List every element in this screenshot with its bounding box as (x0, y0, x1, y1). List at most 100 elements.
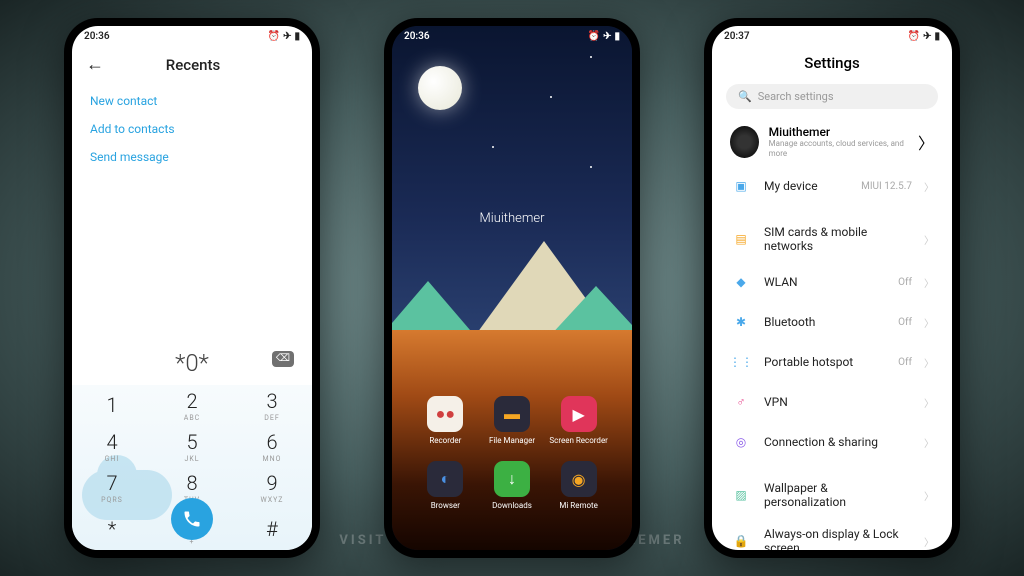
settings-row-wlan[interactable]: ◆ WLAN Off 〉 (726, 262, 938, 302)
app-screen-recorder[interactable]: ▶Screen Recorder (545, 396, 612, 445)
back-icon[interactable]: ← (86, 54, 104, 75)
key-num: 7 (106, 471, 117, 495)
dial-value: *0* (175, 349, 209, 377)
keypad-key-*[interactable]: * (72, 509, 152, 550)
settings-label: Always-on display & Lock screen (764, 527, 912, 550)
app-icon-graphic: ◉ (561, 461, 597, 497)
call-button[interactable] (171, 498, 213, 540)
alarm-icon: ⏰ (588, 31, 600, 42)
dialer-header: ← Recents (72, 46, 312, 83)
key-sub: PQRS (101, 496, 123, 504)
settings-label: Portable hotspot (764, 355, 886, 369)
settings-icon: ◆ (730, 271, 752, 293)
keypad-key-5[interactable]: 5JKL (152, 426, 232, 467)
key-num: 2 (186, 389, 197, 413)
settings-row-sim-cards-mobile-networks[interactable]: ▤SIM cards & mobile networks〉 (726, 216, 938, 262)
settings-icon: ▣ (730, 175, 752, 197)
settings-row-my-device[interactable]: ▣My deviceMIUI 12.5.7〉 (726, 166, 938, 206)
key-sub: JKL (184, 455, 199, 463)
keypad-key-7[interactable]: 7PQRS (72, 467, 152, 508)
app-mi-remote[interactable]: ◉Mi Remote (545, 461, 612, 510)
phone-frame-home: 20:36 ⏰ ✈ ▮ Miuithemer ●●Recorder▬File M… (384, 18, 640, 558)
app-label: File Manager (489, 436, 535, 445)
app-recorder[interactable]: ●●Recorder (412, 396, 479, 445)
settings-value: Off (898, 357, 912, 368)
settings-row-wallpaper-personalization[interactable]: ▨Wallpaper & personalization〉 (726, 472, 938, 518)
chevron-right-icon: 〉 (924, 435, 934, 450)
settings-icon: ✱ (730, 311, 752, 333)
delete-icon[interactable]: ⌫ (272, 351, 294, 367)
alarm-icon: ⏰ (908, 31, 920, 42)
settings-row-always-on-display-lock-screen[interactable]: 🔒Always-on display & Lock screen〉 (726, 518, 938, 550)
settings-icon: ⋮⋮ (730, 351, 752, 373)
key-num: 6 (266, 430, 277, 454)
moon-icon (418, 66, 462, 110)
keypad-key-6[interactable]: 6MNO (232, 426, 312, 467)
battery-icon: ▮ (614, 31, 620, 42)
settings-row-vpn[interactable]: ♂VPN〉 (726, 382, 938, 422)
keypad: 12ABC3DEF4GHI5JKL6MNO7PQRS8TUV9WXYZ*0+# (72, 385, 312, 551)
statusbar: 20:36 ⏰ ✈ ▮ (392, 26, 632, 46)
star (590, 166, 592, 168)
statusbar: 20:36 ⏰ ✈ ▮ (72, 26, 312, 46)
airplane-icon: ✈ (603, 31, 611, 42)
settings-icon: ▤ (730, 228, 752, 250)
statusbar-icons: ⏰ ✈ ▮ (588, 31, 620, 42)
settings-icon: ◎ (730, 431, 752, 453)
settings-row-connection-sharing[interactable]: ◎ Connection & sharing 〉 (726, 422, 938, 462)
statusbar-time: 20:37 (724, 31, 750, 42)
key-sub: WXYZ (261, 496, 284, 504)
settings-icon: ▨ (730, 484, 752, 506)
key-num: 4 (106, 430, 117, 454)
settings-value: Off (898, 277, 912, 288)
app-downloads[interactable]: ↓Downloads (479, 461, 546, 510)
airplane-icon: ✈ (923, 31, 931, 42)
battery-icon: ▮ (294, 31, 300, 42)
keypad-key-2[interactable]: 2ABC (152, 385, 232, 426)
account-row[interactable]: Miuithemer Manage accounts, cloud servic… (726, 117, 938, 166)
phone-frame-dialer: 20:36 ⏰ ✈ ▮ ← Recents New contact Add to… (64, 18, 320, 558)
star (550, 96, 552, 98)
wallpaper-text: Miuithemer (392, 211, 632, 226)
settings-label: Bluetooth (764, 315, 886, 329)
keypad-key-#[interactable]: # (232, 509, 312, 550)
add-to-contacts-link[interactable]: Add to contacts (90, 115, 294, 143)
keypad-key-1[interactable]: 1 (72, 385, 152, 426)
app-file-manager[interactable]: ▬File Manager (479, 396, 546, 445)
settings-label: Connection & sharing (764, 435, 912, 449)
search-input[interactable]: 🔍 Search settings (726, 84, 938, 109)
keypad-key-4[interactable]: 4GHI (72, 426, 152, 467)
app-browser[interactable]: ◐Browser (412, 461, 479, 510)
dialer-title: Recents (104, 56, 282, 74)
home-screen: 20:36 ⏰ ✈ ▮ Miuithemer ●●Recorder▬File M… (392, 26, 632, 550)
new-contact-link[interactable]: New contact (90, 87, 294, 115)
chevron-right-icon: 〉 (924, 232, 934, 247)
app-label: Screen Recorder (549, 436, 607, 445)
settings-list: Miuithemer Manage accounts, cloud servic… (712, 117, 952, 550)
send-message-link[interactable]: Send message (90, 143, 294, 171)
phone-icon (182, 509, 202, 529)
settings-row-bluetooth[interactable]: ✱BluetoothOff〉 (726, 302, 938, 342)
chevron-right-icon: 〉 (924, 179, 934, 194)
settings-icon: ♂ (730, 391, 752, 413)
settings-label: My device (764, 179, 849, 193)
chevron-right-icon: 〉 (924, 275, 934, 290)
airplane-icon: ✈ (283, 31, 291, 42)
account-name: Miuithemer (769, 125, 908, 139)
keypad-key-3[interactable]: 3DEF (232, 385, 312, 426)
star (590, 56, 592, 58)
dialer-actions: New contact Add to contacts Send message (72, 83, 312, 175)
key-num: * (108, 517, 117, 541)
star (492, 146, 494, 148)
key-num: # (266, 517, 278, 541)
key-num: 9 (266, 471, 277, 495)
dial-display: *0* ⌫ (72, 341, 312, 385)
settings-row-portable-hotspot[interactable]: ⋮⋮Portable hotspotOff〉 (726, 342, 938, 382)
statusbar: 20:37 ⏰ ✈ ▮ (712, 26, 952, 46)
phone-frame-settings: 20:37 ⏰ ✈ ▮ Settings 🔍 Search settings M… (704, 18, 960, 558)
key-num: 8 (186, 471, 197, 495)
search-icon: 🔍 (738, 90, 752, 103)
keypad-key-9[interactable]: 9WXYZ (232, 467, 312, 508)
settings-label: WLAN (764, 275, 886, 289)
chevron-right-icon: 〉 (924, 315, 934, 330)
